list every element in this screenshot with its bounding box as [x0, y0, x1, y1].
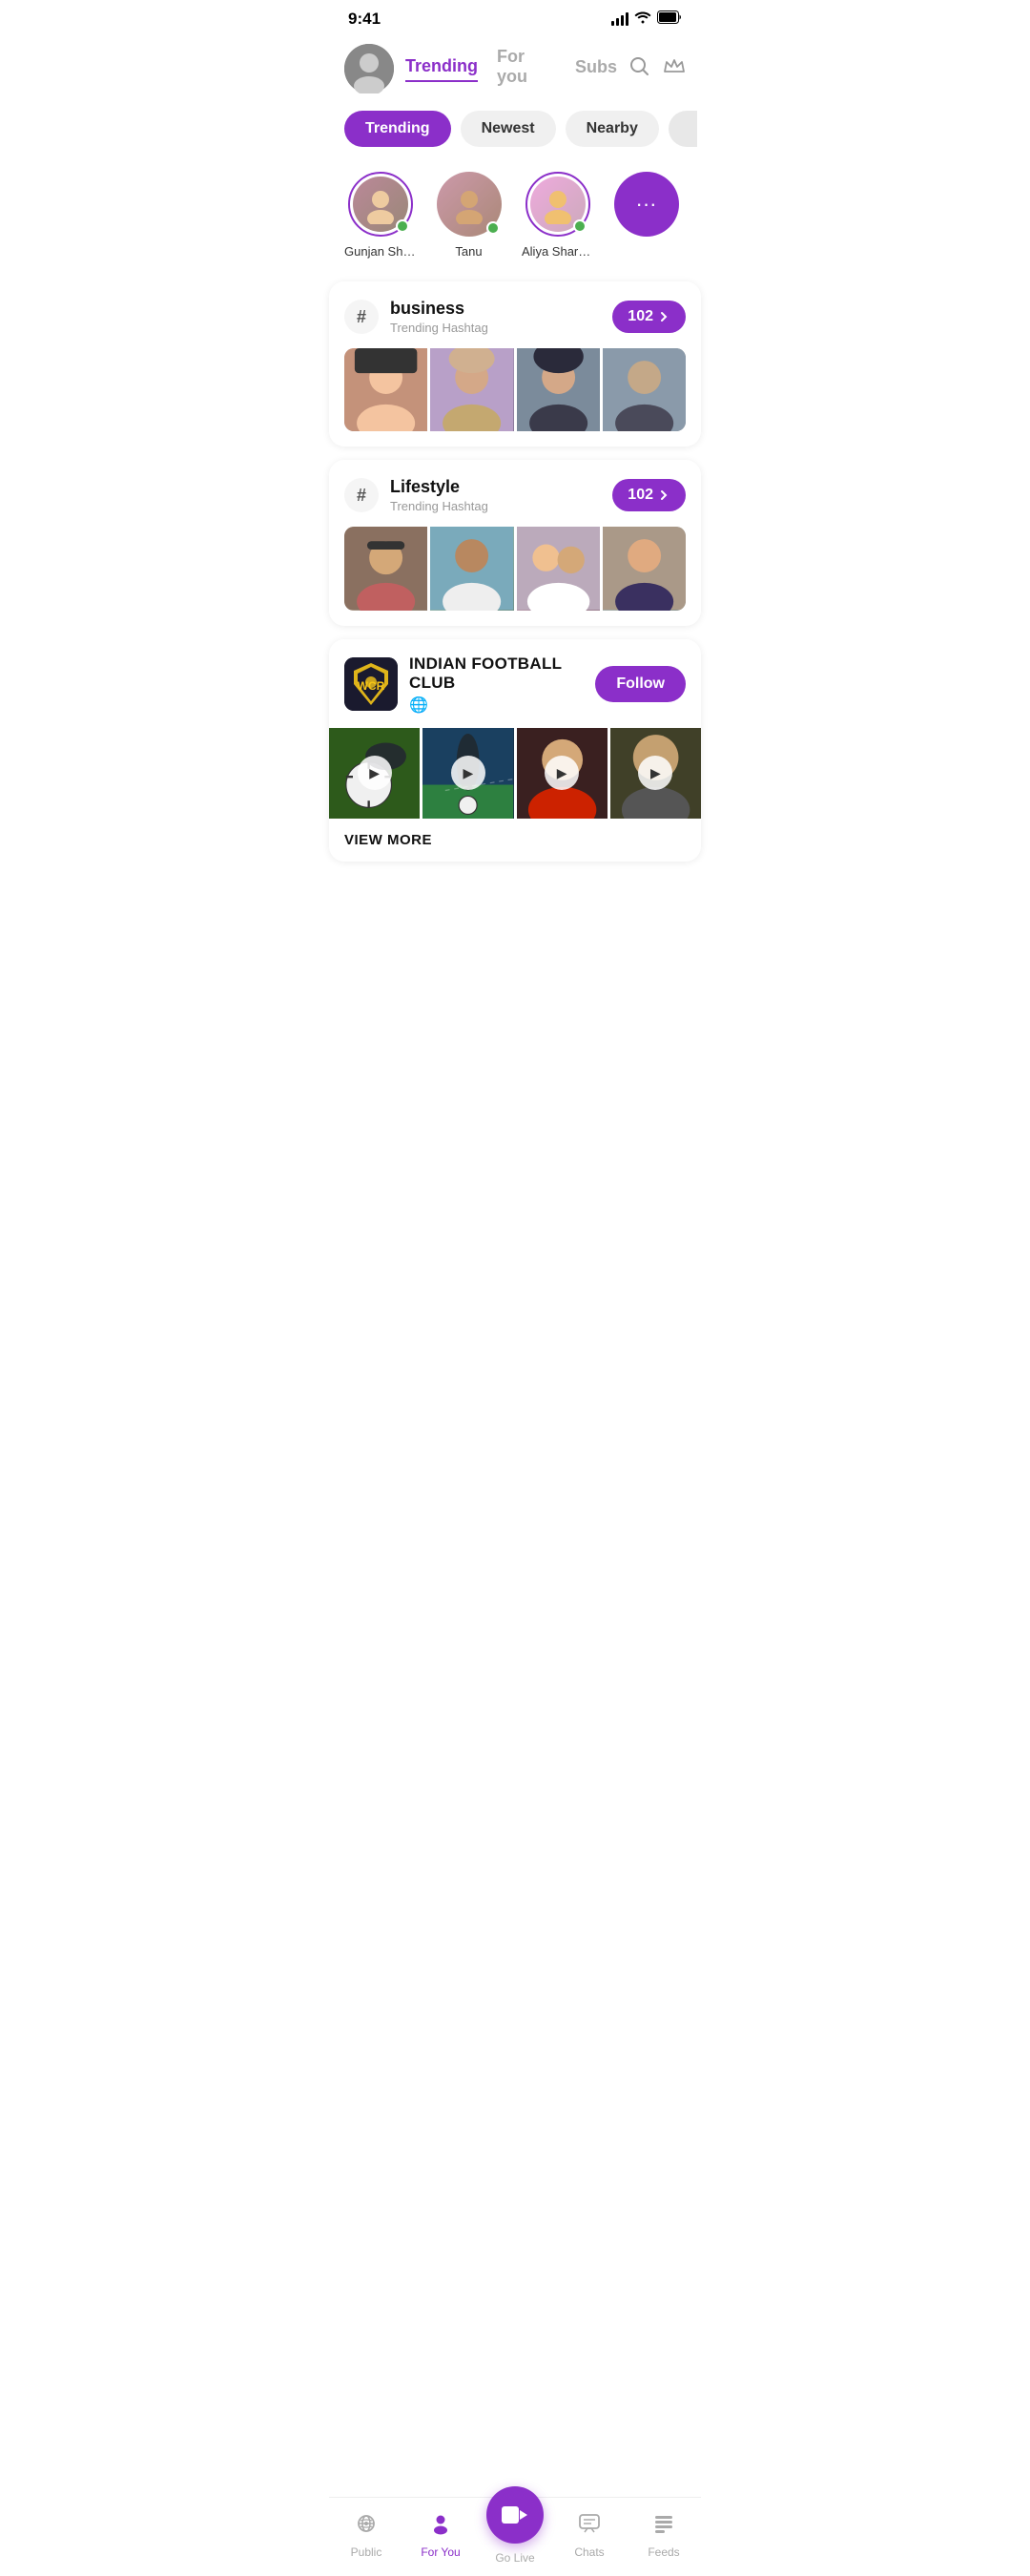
nav-item-foryou[interactable]: For You	[412, 2512, 469, 2559]
avatar[interactable]	[344, 44, 394, 93]
filter-pills: Trending Newest Nearby	[329, 93, 701, 156]
pill-nearby[interactable]: Nearby	[566, 111, 659, 147]
nav-item-golive[interactable]: Go Live	[486, 2505, 544, 2565]
status-time: 9:41	[348, 10, 381, 29]
story-name: Tanu	[455, 244, 482, 259]
online-dot	[486, 221, 500, 235]
go-live-button[interactable]	[486, 2486, 544, 2544]
nav-label-foryou: For You	[421, 2545, 460, 2559]
card-header: # Lifestyle Trending Hashtag 102	[344, 477, 686, 513]
hashtag-card-lifestyle: # Lifestyle Trending Hashtag 102	[329, 460, 701, 625]
status-bar: 9:41	[329, 0, 701, 34]
chats-icon	[578, 2512, 601, 2542]
globe-icon: 🌐	[409, 696, 428, 715]
hashtag-card-business: # business Trending Hashtag 102	[329, 281, 701, 447]
card-header: # business Trending Hashtag 102	[344, 299, 686, 335]
nav-label-chats: Chats	[574, 2545, 604, 2559]
pill-trending[interactable]: Trending	[344, 111, 451, 147]
foryou-icon	[429, 2512, 452, 2542]
view-more-button[interactable]: VIEW MORE	[329, 819, 701, 862]
club-type: 🌐	[409, 696, 595, 715]
hashtag-subtitle: Trending Hashtag	[390, 499, 488, 513]
grid-image-8	[603, 527, 686, 610]
nav-tabs: Trending For you Subs	[405, 47, 617, 91]
hash-icon: #	[344, 478, 379, 512]
main-content: # business Trending Hashtag 102	[329, 281, 701, 951]
search-icon[interactable]	[628, 55, 649, 82]
nav-label-feeds: Feeds	[648, 2545, 679, 2559]
story-item-more[interactable]: ···	[610, 172, 682, 259]
more-stories-button[interactable]: ···	[614, 172, 679, 237]
image-grid-business	[344, 348, 686, 431]
image-grid-lifestyle	[344, 527, 686, 610]
video-item-1[interactable]: ▶	[329, 728, 420, 819]
story-name: Gunjan Sharma	[344, 244, 416, 259]
story-item-gunjan[interactable]: Gunjan Sharma	[344, 172, 416, 259]
nav-label-golive: Go Live	[495, 2551, 534, 2565]
video-grid: ▶ ▶ ▶	[329, 728, 701, 819]
signal-icon	[611, 12, 628, 26]
grid-image-2	[430, 348, 513, 431]
video-item-4[interactable]: ▶	[610, 728, 701, 819]
tab-trending[interactable]: Trending	[405, 56, 478, 82]
count-badge-lifestyle[interactable]: 102	[612, 479, 686, 511]
card-info: Lifestyle Trending Hashtag	[390, 477, 488, 513]
card-info: business Trending Hashtag	[390, 299, 488, 335]
feeds-icon	[652, 2512, 675, 2542]
public-icon	[355, 2512, 378, 2542]
club-name: INDIAN FOOTBALL CLUB	[409, 654, 595, 693]
video-item-2[interactable]: ▶	[422, 728, 513, 819]
tab-subs[interactable]: Subs	[575, 57, 617, 81]
play-icon: ▶	[545, 756, 579, 790]
hashtag-title: Lifestyle	[390, 477, 488, 497]
pill-newest[interactable]: Newest	[461, 111, 556, 147]
grid-image-1	[344, 348, 427, 431]
card-left: # Lifestyle Trending Hashtag	[344, 477, 488, 513]
online-dot	[396, 219, 409, 233]
video-item-3[interactable]: ▶	[517, 728, 608, 819]
hashtag-subtitle: Trending Hashtag	[390, 321, 488, 335]
story-item-aliya[interactable]: Aliya Sharma	[522, 172, 593, 259]
header-actions	[628, 55, 686, 82]
story-item-tanu[interactable]: Tanu	[433, 172, 505, 259]
stories-section: Gunjan Sharma Tanu	[329, 156, 701, 268]
play-icon: ▶	[451, 756, 485, 790]
grid-image-5	[344, 527, 427, 610]
nav-item-public[interactable]: Public	[338, 2512, 395, 2559]
tab-foryou[interactable]: For you	[497, 47, 556, 91]
header: Trending For you Subs	[329, 34, 701, 93]
play-icon: ▶	[358, 756, 392, 790]
hash-icon: #	[344, 300, 379, 334]
hashtag-title: business	[390, 299, 488, 319]
crown-icon[interactable]	[663, 56, 686, 81]
grid-image-4	[603, 348, 686, 431]
card-left: # business Trending Hashtag	[344, 299, 488, 335]
wifi-icon	[634, 10, 651, 29]
bottom-nav: Public For You Go Live	[329, 2497, 701, 2576]
club-info: INDIAN FOOTBALL CLUB 🌐	[409, 654, 595, 715]
play-icon: ▶	[638, 756, 672, 790]
stories-row: Gunjan Sharma Tanu	[329, 172, 701, 259]
nav-item-feeds[interactable]: Feeds	[635, 2512, 692, 2559]
story-name: Aliya Sharma	[522, 244, 593, 259]
follow-button[interactable]: Follow	[595, 666, 686, 702]
grid-image-3	[517, 348, 600, 431]
online-dot	[573, 219, 587, 233]
battery-icon	[657, 10, 682, 29]
club-header: WCR INDIAN FOOTBALL CLUB 🌐 Follow	[329, 639, 701, 728]
grid-image-7	[517, 527, 600, 610]
nav-label-public: Public	[351, 2545, 382, 2559]
grid-image-6	[430, 527, 513, 610]
status-icons	[611, 10, 682, 29]
club-card: WCR INDIAN FOOTBALL CLUB 🌐 Follow	[329, 639, 701, 862]
pill-more[interactable]	[669, 111, 697, 147]
club-logo: WCR	[344, 657, 398, 711]
count-badge-business[interactable]: 102	[612, 301, 686, 333]
nav-item-chats[interactable]: Chats	[561, 2512, 618, 2559]
